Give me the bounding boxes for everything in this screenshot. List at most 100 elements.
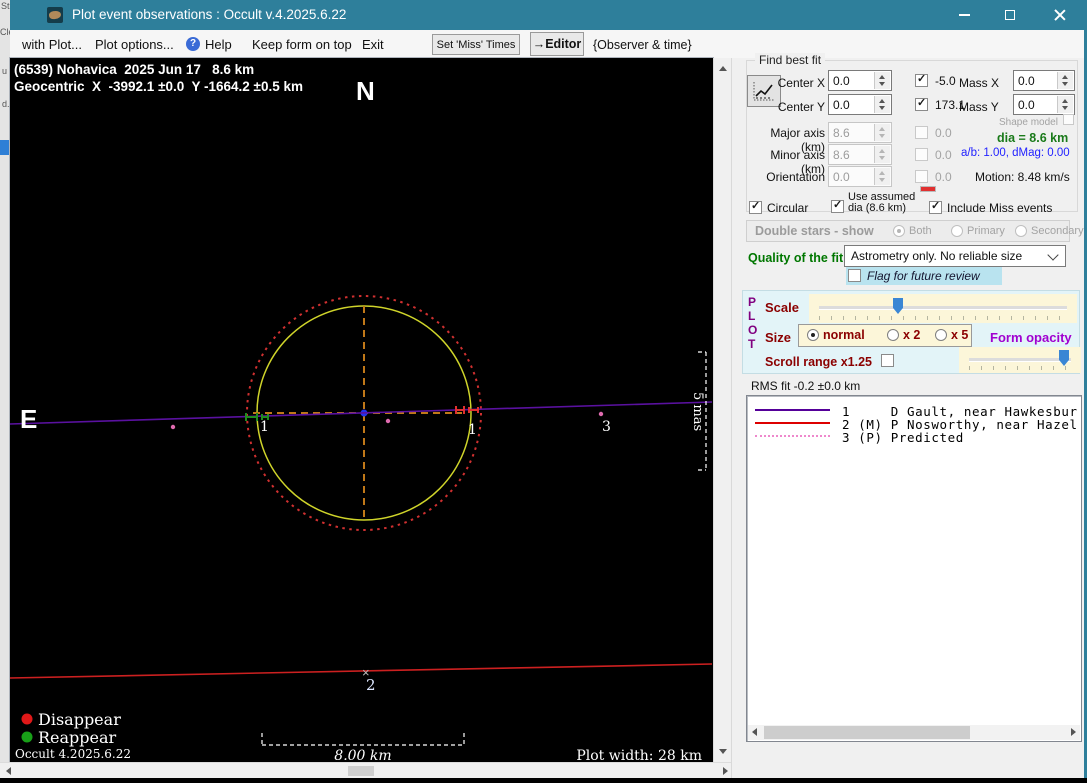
mass-x-spinner[interactable]: 0.0 (1013, 70, 1075, 91)
scroll-right-icon[interactable] (1071, 728, 1076, 736)
legend-disappear: Disappear (38, 710, 121, 729)
miss-color-indicator (920, 186, 936, 192)
screen: St Cle u d. Plot event observations : Oc… (0, 0, 1087, 783)
use-assumed-checkbox[interactable]: ✓ (831, 199, 844, 213)
window-title: Plot event observations : Occult v.4.202… (72, 7, 347, 22)
menu-item-help[interactable]: Help (205, 37, 232, 52)
size-x5-radio[interactable] (935, 329, 947, 341)
center-x-checkbox[interactable]: ✓ (915, 73, 928, 87)
center-y-spinner[interactable]: 0.0 (828, 94, 892, 115)
spinner-arrows-icon[interactable] (1057, 72, 1073, 89)
spinner-arrows-icon[interactable] (1057, 96, 1073, 113)
scrollbar-thumb[interactable] (764, 726, 970, 739)
scroll-right-icon[interactable] (723, 767, 728, 775)
menu-item-keep-on-top[interactable]: Keep form on top (252, 37, 352, 52)
reappear-dot-icon (21, 731, 33, 743)
center-y-checkbox[interactable]: ✓ (915, 97, 928, 111)
center-x-spinner[interactable]: 0.0 (828, 70, 892, 91)
menu-item-with-plot[interactable]: with Plot... (22, 37, 82, 52)
size-x2-radio[interactable] (887, 329, 899, 341)
mass-y-spinner[interactable]: 0.0 (1013, 94, 1075, 115)
ab-dmag-label: a/b: 1.00, dMag: 0.00 (961, 147, 1070, 159)
observation-row[interactable]: 1 D Gault, near Hawkesbur (747, 404, 1081, 419)
menu-item-exit[interactable]: Exit (362, 37, 384, 52)
bottom-strip (0, 778, 1087, 783)
plot-letter-o: O (748, 323, 758, 337)
plot-horizontal-scrollbar[interactable] (0, 762, 736, 779)
check-icon: ✓ (931, 200, 941, 212)
plot-version: Occult 4.2025.6.22 (15, 747, 131, 761)
east-label: E (20, 404, 37, 434)
flag-review-row: Flag for future review (846, 267, 1002, 285)
double-stars-primary-radio (951, 225, 963, 237)
check-icon: ✓ (833, 199, 843, 211)
minor-axis-fit-value: 0.0 (935, 148, 952, 162)
observation-row[interactable]: 3 (P) Predicted (747, 430, 1081, 445)
shape-model-checkbox (1063, 114, 1074, 125)
include-miss-label: Include Miss events (947, 201, 1053, 215)
quality-dropdown[interactable]: Astrometry only. No reliable size (844, 245, 1066, 267)
chord-2-line (10, 663, 713, 679)
menu-item-plot-options[interactable]: Plot options... (95, 37, 174, 52)
plot-letter-t: T (748, 337, 756, 351)
scrollbar-thumb[interactable] (348, 766, 374, 776)
orientation-fit-value: 0.0 (935, 170, 952, 184)
menu-bar: with Plot... Plot options... ? Help Keep… (10, 30, 1087, 59)
spinner-arrows-icon (874, 168, 890, 185)
check-icon: ✓ (917, 97, 927, 109)
slider-track (819, 306, 1067, 310)
predicted-dot (170, 424, 176, 430)
orientation-checkbox (915, 170, 928, 183)
observation-list[interactable]: 1 D Gault, near Hawkesbur 2 (M) P Noswor… (746, 395, 1082, 742)
spinner-arrows-icon[interactable] (874, 72, 890, 89)
motion-label: Motion: 8.48 km/s (975, 170, 1070, 184)
scroll-range-checkbox[interactable] (881, 354, 894, 367)
set-miss-times-button[interactable]: Set 'Miss' Times (432, 34, 520, 55)
flag-review-checkbox[interactable] (848, 269, 861, 282)
plot-vertical-scrollbar[interactable] (713, 58, 732, 762)
check-icon: ✓ (751, 200, 761, 212)
form-opacity-slider[interactable] (959, 347, 1081, 373)
double-stars-secondary-radio (1015, 225, 1027, 237)
minimize-icon (958, 14, 970, 16)
circular-checkbox[interactable]: ✓ (749, 200, 762, 214)
predicted-dot (598, 411, 604, 417)
double-stars-secondary-label: Secondary (1031, 225, 1084, 237)
plot-canvas[interactable]: (6539) Nohavica 2025 Jun 17 8.6 km Geoce… (10, 58, 713, 762)
slider-ticks (969, 366, 1071, 370)
use-assumed-label: Use assumed dia (8.6 km) (848, 191, 916, 214)
major-axis-checkbox (915, 126, 928, 139)
minor-axis-checkbox (915, 148, 928, 161)
include-miss-checkbox[interactable]: ✓ (929, 200, 942, 214)
observation-row[interactable]: 2 (M) P Nosworthy, near Hazel (747, 417, 1081, 432)
spinner-arrows-icon (874, 146, 890, 163)
north-label: N (356, 76, 375, 106)
plot-area[interactable]: (6539) Nohavica 2025 Jun 17 8.6 km Geoce… (9, 57, 714, 763)
close-button[interactable] (1037, 0, 1083, 30)
minimize-button[interactable] (941, 0, 987, 30)
scroll-down-icon[interactable] (719, 749, 727, 754)
scale-bar-label: 8.00 km (334, 748, 391, 762)
chord-1-right-label: 1 (468, 422, 477, 438)
maximize-button[interactable] (987, 0, 1033, 30)
form-opacity-slider-thumb[interactable] (1059, 350, 1069, 366)
scroll-range-label: Scroll range x1.25 (765, 355, 873, 369)
scale-slider[interactable] (809, 294, 1077, 323)
editor-button[interactable]: →Editor (530, 32, 584, 56)
major-axis-spinner: 8.6 (828, 122, 892, 143)
scale-slider-thumb[interactable] (893, 298, 903, 314)
form-opacity-label: Form opacity (990, 330, 1072, 345)
shape-model-label: Shape model (999, 117, 1058, 128)
scroll-left-icon[interactable] (752, 728, 757, 736)
list-horizontal-scrollbar[interactable] (748, 725, 1080, 740)
right-panel: Find best fit Center X 0.0 ✓ -5.0 Mass X… (731, 53, 1085, 778)
help-icon[interactable]: ? (186, 37, 200, 51)
spinner-arrows-icon[interactable] (874, 96, 890, 113)
minor-axis-spinner: 8.6 (828, 144, 892, 165)
size-normal-radio[interactable] (807, 329, 819, 341)
size-x2-label: x 2 (903, 328, 921, 342)
scroll-left-icon[interactable] (6, 767, 11, 775)
size-radio-group: normal x 2 x 5 (798, 324, 972, 347)
size-normal-label: normal (823, 328, 865, 342)
scroll-up-icon[interactable] (719, 66, 727, 71)
